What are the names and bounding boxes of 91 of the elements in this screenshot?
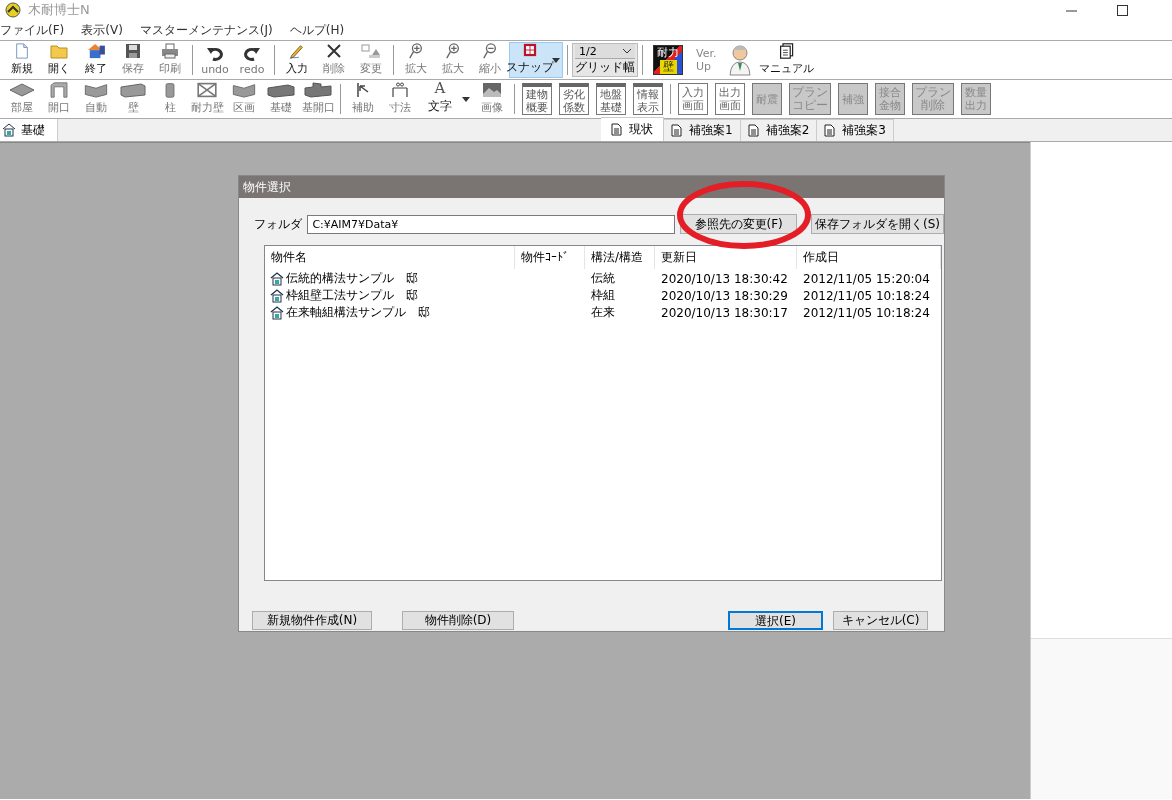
panel-button[interactable]: 出力画面 <box>715 83 745 115</box>
document-icon <box>611 123 623 136</box>
menu-item[interactable]: マスターメンテナンス(J) <box>139 21 273 39</box>
folder-path-field[interactable]: C:¥AIM7¥Data¥ <box>307 214 676 234</box>
dropdown-caret-icon[interactable] <box>462 96 470 102</box>
grid-width-dropdown[interactable]: 1/2 グリッド幅 <box>572 43 638 77</box>
table-cell-text: 伝統 <box>590 270 616 287</box>
delete-icon <box>326 43 342 59</box>
menu-item[interactable]: 表示(V) <box>81 21 123 39</box>
floor-icon <box>9 82 35 98</box>
table-cell: 伝統的構法サンプル 邸 <box>286 270 418 287</box>
table-cell-text: 在来 <box>590 304 616 321</box>
table-cell-text: 枠組 <box>590 287 616 304</box>
dialog-button[interactable]: 物件削除(D) <box>402 611 514 630</box>
plan-tab[interactable]: 現状 <box>601 117 665 141</box>
brace-icon <box>194 82 220 98</box>
dimension-icon <box>391 82 409 98</box>
table-cell: 枠組壁工法サンプル 邸 <box>286 287 418 304</box>
column-header[interactable]: 物件名 <box>265 246 515 269</box>
split-button[interactable]: スナップ <box>509 42 563 78</box>
panel-button[interactable]: 情報表示 <box>633 83 663 115</box>
redo-icon <box>243 45 261 61</box>
dialog-title: 物件選択 <box>239 176 944 198</box>
column-header[interactable]: 物件ｺｰﾄﾞ <box>515 246 585 269</box>
document-icon <box>14 43 30 59</box>
house-icon <box>2 123 16 137</box>
printer-icon <box>161 43 179 59</box>
wall-block-icon <box>120 82 146 98</box>
table-cell-text: 2012/11/05 10:18:24 <box>802 288 931 303</box>
shapes-icon <box>361 43 381 59</box>
zoom-in-icon <box>445 43 461 59</box>
toolbar-button[interactable]: 開く <box>41 43 77 77</box>
pencil-icon <box>288 43 306 59</box>
dialog-button[interactable]: 選択(E) <box>728 611 823 630</box>
house-icon <box>270 271 284 286</box>
change-reference-button[interactable]: 参照先の変更(F) <box>680 214 797 234</box>
field-label: フォルダ <box>254 215 303 233</box>
wall-icon <box>83 82 109 98</box>
person-icon[interactable] <box>727 44 754 76</box>
image-icon <box>482 82 502 98</box>
plan-tab[interactable]: 補強案1 <box>664 119 741 141</box>
table-cell-text: 2012/11/05 15:20:04 <box>802 271 931 286</box>
split-button[interactable]: A 文字 <box>419 81 473 117</box>
zoom-out-icon <box>482 43 498 59</box>
grid-icon <box>522 43 538 57</box>
panel-button[interactable]: 入力画面 <box>678 83 708 115</box>
window-title: 木耐博士N <box>28 1 90 19</box>
plan-tab[interactable]: 補強案3 <box>817 119 894 141</box>
wall-icon <box>231 82 257 98</box>
document-icon <box>671 124 683 137</box>
floppy-icon <box>125 43 141 59</box>
menu-item[interactable]: ファイル(F) <box>0 21 65 39</box>
table-cell-text: 2020/10/13 18:30:17 <box>660 305 789 320</box>
panel-button[interactable]: 建物概要 <box>522 83 552 115</box>
panel-button[interactable]: 劣化係数 <box>559 83 589 115</box>
view-tab[interactable]: 基礎 <box>0 119 58 141</box>
table-cell-text: 2020/10/13 18:30:42 <box>660 271 789 286</box>
panel-button[interactable]: 地盤基礎 <box>596 83 626 115</box>
house-icon <box>270 305 284 320</box>
table-cell-text: 2012/11/05 10:18:24 <box>802 305 931 320</box>
cursor-icon <box>356 82 370 98</box>
foundation-icon <box>304 82 332 98</box>
undo-icon <box>206 45 224 61</box>
menu-item[interactable]: ヘルプ(H) <box>289 21 345 39</box>
house-icon <box>270 288 284 303</box>
zoom-in-icon <box>408 43 424 59</box>
dialog-button[interactable]: キャンセル(C) <box>833 611 928 630</box>
frame-icon <box>47 82 71 98</box>
plan-tab[interactable]: 補強案2 <box>740 119 818 141</box>
maximize-icon[interactable] <box>1117 4 1128 16</box>
toolbar-button[interactable]: マニュアル <box>758 43 816 77</box>
app-logo-icon <box>4 2 22 18</box>
toolbar-button[interactable]: 新規 <box>4 43 40 77</box>
toolbar-button[interactable]: 入力 <box>279 43 315 77</box>
table-cell: 在来軸組構法サンプル 邸 <box>286 304 430 321</box>
text-tool-icon: A <box>434 80 446 96</box>
document-icon <box>747 124 759 137</box>
foundation-icon <box>267 84 295 98</box>
dialog-button[interactable]: 新規物件作成(N) <box>252 611 372 630</box>
manual-icon <box>777 43 796 59</box>
chevron-down-icon[interactable] <box>623 48 631 54</box>
pillar-icon <box>163 82 177 98</box>
open-folder-button[interactable]: 保存フォルダを開く(S) <box>811 214 944 234</box>
folder-icon <box>50 43 68 59</box>
column-header[interactable]: 作成日 <box>797 246 941 269</box>
column-header[interactable]: 更新日 <box>655 246 797 269</box>
table-cell-text: 2020/10/13 18:30:29 <box>660 288 789 303</box>
dropdown-caret-icon[interactable] <box>552 57 560 63</box>
document-icon <box>824 124 836 137</box>
column-header[interactable]: 構法/構造 <box>585 246 655 269</box>
toolbar-button[interactable]: 終了 <box>78 43 114 77</box>
